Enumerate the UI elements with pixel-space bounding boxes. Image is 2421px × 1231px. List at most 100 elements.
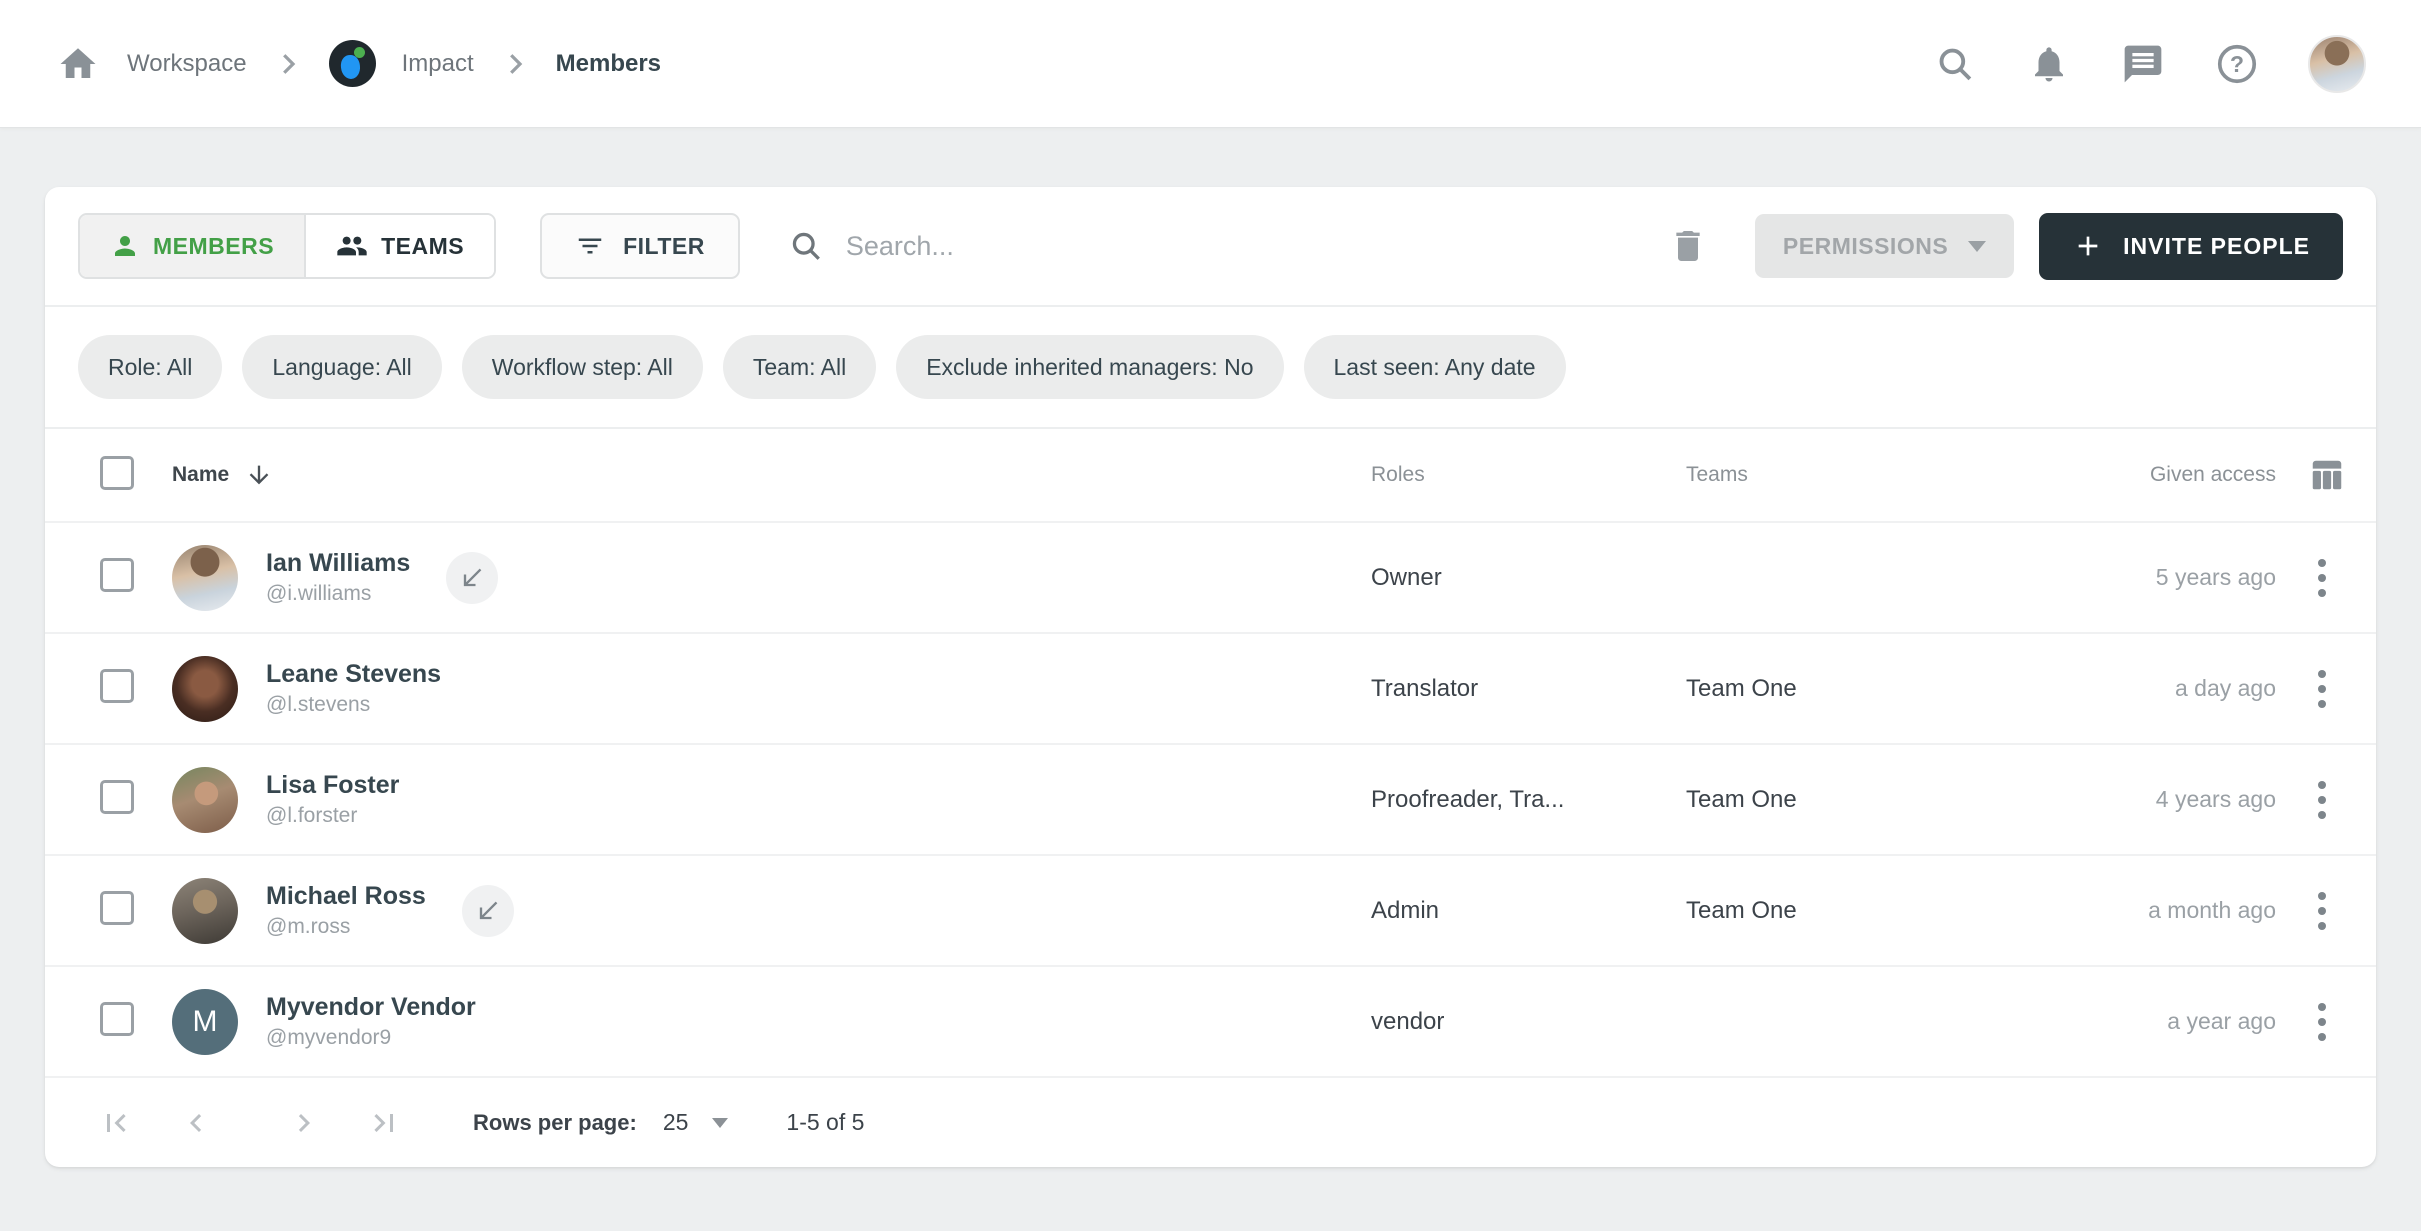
member-username: @m.ross [266,915,426,939]
member-roles: Proofreader, Tra... [1371,786,1564,813]
member-given-access: a year ago [2167,1008,2276,1034]
sort-descending-icon[interactable] [245,461,273,489]
row-checkbox[interactable] [100,1002,134,1036]
filter-chip-team[interactable]: Team: All [723,335,876,399]
kebab-menu-icon[interactable] [2294,994,2350,1050]
member-given-access: a day ago [2175,675,2276,701]
trash-icon[interactable] [1663,221,1713,271]
plus-icon [2072,230,2104,262]
select-all-checkbox[interactable] [100,456,134,490]
table-header: Name Roles Teams Given access [45,429,2376,521]
column-header-teams[interactable]: Teams [1686,463,1748,486]
first-page-icon[interactable] [93,1100,139,1146]
avatar-initial: M [193,1005,218,1039]
table-row[interactable]: Lisa Foster @l.forster Proofreader, Tra.… [45,743,2376,854]
avatar [172,878,238,944]
member-given-access: 4 years ago [2156,786,2276,812]
home-icon[interactable] [55,41,101,87]
member-username: @l.forster [266,804,399,828]
table-row[interactable]: Ian Williams @i.williams Owner 5 years a… [45,521,2376,632]
rows-per-page-select[interactable]: 25 [663,1109,729,1136]
table-row[interactable]: Michael Ross @m.ross Admin Team One a mo… [45,854,2376,965]
permissions-button-label: PERMISSIONS [1783,233,1948,260]
chat-icon[interactable] [2120,41,2166,87]
topbar-actions: ? [1932,35,2366,93]
caret-down-icon [712,1118,728,1128]
row-checkbox[interactable] [100,558,134,592]
row-checkbox[interactable] [100,669,134,703]
project-avatar[interactable] [329,40,376,87]
kebab-menu-icon[interactable] [2294,550,2350,606]
member-name: Ian Williams [266,549,410,578]
member-roles: Translator [1371,675,1478,702]
breadcrumb-current-page: Members [556,50,661,78]
rows-per-page-label: Rows per page: [473,1110,637,1136]
inherited-access-icon [446,552,498,604]
caret-down-icon [1968,241,1986,252]
member-given-access: 5 years ago [2156,564,2276,590]
tab-teams-label: TEAMS [381,233,464,260]
person-icon [110,231,140,261]
member-username: @l.stevens [266,693,441,717]
tab-members-label: MEMBERS [153,233,274,260]
inherited-access-icon [462,885,514,937]
group-icon [336,230,368,262]
member-name: Leane Stevens [266,660,441,689]
user-avatar[interactable] [2308,35,2366,93]
table-row[interactable]: M Myvendor Vendor @myvendor9 vendor a ye… [45,965,2376,1076]
help-icon[interactable]: ? [2214,41,2260,87]
next-page-icon[interactable] [281,1100,327,1146]
member-username: @i.williams [266,582,410,606]
column-header-given-access[interactable]: Given access [2150,463,2276,486]
kebab-menu-icon[interactable] [2294,883,2350,939]
member-teams: Team One [1686,897,1797,924]
filter-list-icon [575,231,605,261]
member-teams: Team One [1686,675,1797,702]
tab-members[interactable]: MEMBERS [80,215,304,277]
invite-people-button[interactable]: INVITE PEOPLE [2039,213,2343,280]
rows-per-page-value: 25 [663,1109,689,1136]
last-page-icon[interactable] [361,1100,407,1146]
search-input[interactable] [846,231,1663,262]
member-roles: vendor [1371,1008,1444,1035]
filter-chip-exclude-inherited[interactable]: Exclude inherited managers: No [896,335,1283,399]
column-header-roles[interactable]: Roles [1371,463,1425,486]
filter-button[interactable]: FILTER [540,213,740,279]
member-username: @myvendor9 [266,1026,476,1050]
members-card: MEMBERS TEAMS FILTER PERMI [45,187,2376,1167]
table-row[interactable]: Leane Stevens @l.stevens Translator Team… [45,632,2376,743]
notifications-icon[interactable] [2026,41,2072,87]
filter-chip-language[interactable]: Language: All [242,335,441,399]
chevron-right-icon [273,49,303,79]
pagination-bar: Rows per page: 25 1-5 of 5 [45,1076,2376,1167]
avatar [172,767,238,833]
member-teams: Team One [1686,786,1797,813]
view-switcher: MEMBERS TEAMS [78,213,496,279]
project-logo-body [339,54,360,80]
avatar: M [172,989,238,1055]
permissions-button[interactable]: PERMISSIONS [1755,214,2014,278]
column-header-name-label: Name [172,463,229,487]
column-header-name[interactable]: Name [172,461,273,489]
search-icon [788,228,824,264]
row-checkbox[interactable] [100,780,134,814]
previous-page-icon[interactable] [173,1100,219,1146]
filter-chip-role[interactable]: Role: All [78,335,222,399]
member-name: Michael Ross [266,882,426,911]
avatar [172,545,238,611]
member-given-access: a month ago [2148,897,2276,923]
invite-people-button-label: INVITE PEOPLE [2123,233,2310,260]
search-box [788,228,1663,264]
search-icon[interactable] [1932,41,1978,87]
columns-icon[interactable] [2304,452,2350,498]
avatar [172,656,238,722]
filter-chip-workflow-step[interactable]: Workflow step: All [462,335,703,399]
breadcrumb-project[interactable]: Impact [402,50,474,78]
row-checkbox[interactable] [100,891,134,925]
member-roles: Admin [1371,897,1439,924]
filter-chip-last-seen[interactable]: Last seen: Any date [1304,335,1566,399]
breadcrumb-workspace[interactable]: Workspace [127,50,247,78]
kebab-menu-icon[interactable] [2294,661,2350,717]
kebab-menu-icon[interactable] [2294,772,2350,828]
tab-teams[interactable]: TEAMS [304,215,494,277]
